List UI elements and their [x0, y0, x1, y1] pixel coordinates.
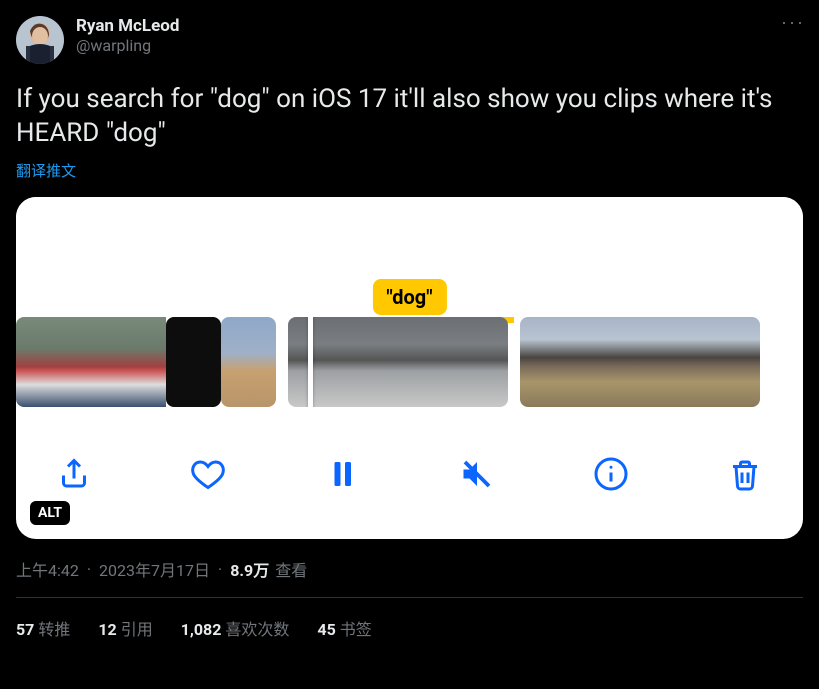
- clip-thumbnail: [720, 317, 760, 407]
- avatar-image: [16, 16, 64, 64]
- bookmarks-label: 书签: [340, 620, 372, 639]
- heart-icon: [190, 456, 226, 492]
- clip-thumbnail: [56, 317, 111, 407]
- views-count: 8.9万: [230, 557, 269, 581]
- clip-thumbnail: [398, 317, 453, 407]
- clip-thumbnail: [520, 317, 560, 407]
- trash-button[interactable]: [723, 452, 767, 496]
- trash-icon: [727, 456, 763, 492]
- views-label: 查看: [275, 557, 307, 581]
- clip-thumbnail: [166, 317, 221, 407]
- avatar[interactable]: [16, 16, 64, 64]
- clip-thumbnail: [453, 317, 508, 407]
- likes-count: 1,082: [181, 620, 222, 639]
- video-timeline[interactable]: [16, 317, 803, 407]
- tweet-date[interactable]: 2023年7月17日: [99, 557, 210, 581]
- retweets-stat[interactable]: 57转推: [16, 616, 70, 640]
- translate-link[interactable]: 翻译推文: [16, 160, 76, 181]
- mute-button[interactable]: [455, 452, 499, 496]
- playhead[interactable]: [308, 317, 313, 407]
- clip-group-1: [16, 317, 276, 407]
- meta-separator: ·: [218, 560, 222, 579]
- display-name[interactable]: Ryan McLeod: [76, 16, 179, 36]
- bookmarks-stat[interactable]: 45 书签: [317, 616, 371, 640]
- tweet-text: If you search for "dog" on iOS 17 it'll …: [16, 82, 803, 150]
- info-button[interactable]: [589, 452, 633, 496]
- info-icon: [593, 456, 629, 492]
- like-button[interactable]: [186, 452, 230, 496]
- quotes-label: 引用: [121, 620, 153, 639]
- quotes-stat[interactable]: 12 引用: [98, 616, 152, 640]
- clip-group-2: [288, 317, 508, 407]
- clip-thumbnail: [600, 317, 640, 407]
- clip-thumbnail: [560, 317, 600, 407]
- pause-button[interactable]: [320, 452, 364, 496]
- clip-thumbnail: [680, 317, 720, 407]
- pause-icon: [324, 456, 360, 492]
- tweet-meta: 上午4:42 · 2023年7月17日 · 8.9万 查看: [16, 557, 803, 581]
- clip-thumbnail: [16, 317, 56, 407]
- clip-thumbnail: [221, 317, 276, 407]
- tweet-container: ··· Ryan McLeod @warpling If you search …: [0, 0, 819, 656]
- retweets-count: 57: [16, 620, 34, 639]
- clip-group-3: [520, 317, 760, 407]
- share-icon: [56, 456, 92, 492]
- share-button[interactable]: [52, 452, 96, 496]
- bookmarks-count: 45: [317, 620, 335, 639]
- tweet-time[interactable]: 上午4:42: [16, 557, 79, 581]
- likes-stat[interactable]: 1,082喜欢次数: [181, 616, 290, 640]
- clip-thumbnail: [343, 317, 398, 407]
- clip-thumbnail: [640, 317, 680, 407]
- engagement-stats: 57转推 12 引用 1,082喜欢次数 45 书签: [16, 598, 803, 640]
- clip-thumbnail: [111, 317, 166, 407]
- author-names: Ryan McLeod @warpling: [76, 16, 179, 56]
- user-handle[interactable]: @warpling: [76, 36, 179, 56]
- media-top-area: "dog": [16, 197, 803, 317]
- meta-separator: ·: [87, 560, 91, 579]
- retweets-label: 转推: [38, 620, 70, 639]
- clip-thumbnail: [288, 317, 343, 407]
- mute-icon: [459, 456, 495, 492]
- alt-badge[interactable]: ALT: [30, 501, 70, 525]
- tweet-header: Ryan McLeod @warpling: [16, 16, 803, 64]
- media-attachment[interactable]: "dog": [16, 197, 803, 539]
- search-term-bubble: "dog": [372, 279, 446, 315]
- more-options-button[interactable]: ···: [781, 12, 805, 33]
- media-controls: [16, 407, 803, 517]
- likes-label: 喜欢次数: [225, 620, 289, 639]
- quotes-count: 12: [98, 620, 116, 639]
